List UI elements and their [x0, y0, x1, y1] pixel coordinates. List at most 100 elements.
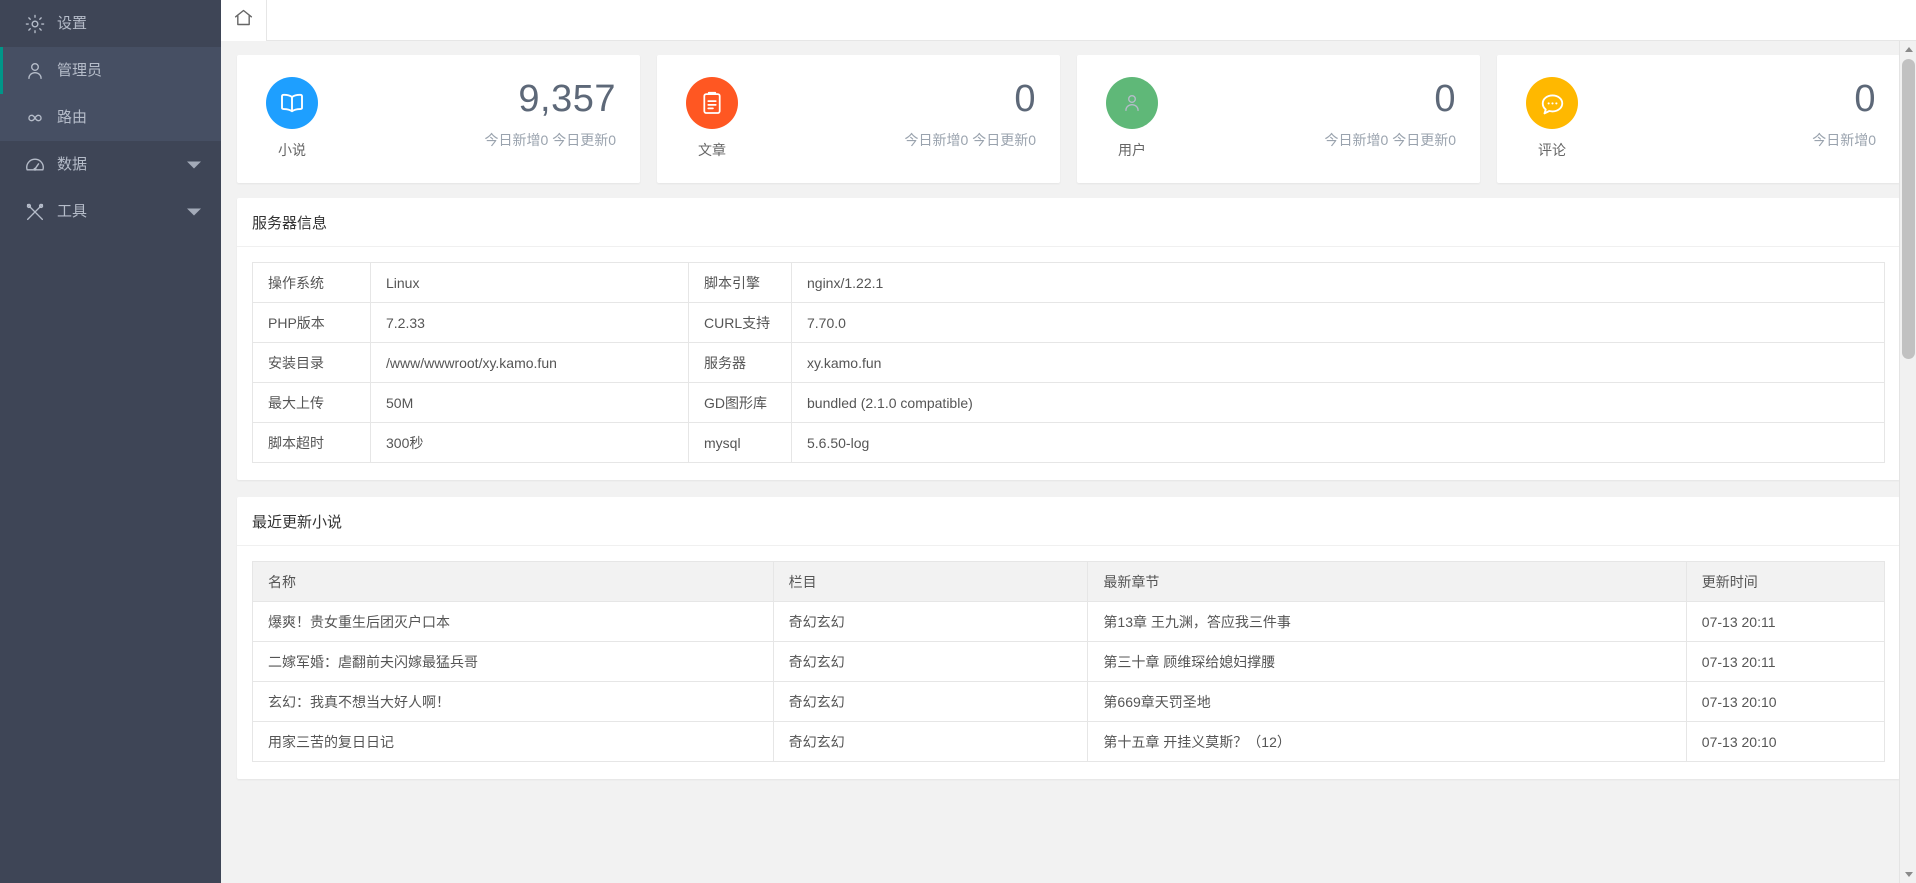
column-header: 更新时间: [1685, 561, 1886, 602]
stat-card-right: 0 今日新增0: [1583, 77, 1876, 150]
novel-chapter: 第十五章 开挂义莫斯？（12）: [1087, 721, 1687, 762]
table-row[interactable]: 二嫁军婚：虐翻前夫闪嫁最猛兵哥 奇幻玄幻 第三十章 顾维琛给媳妇撑腰 07-13 20…: [252, 641, 1886, 682]
novel-column: 奇幻玄幻: [772, 721, 1089, 762]
main-scrollbar[interactable]: [1899, 41, 1916, 883]
novel-time: 07-13 20:11: [1685, 601, 1886, 642]
sidebar-item-label: 工具: [57, 203, 88, 220]
stat-card-value: 0: [1434, 78, 1456, 120]
stat-card-left: 评论: [1521, 77, 1583, 160]
sidebar-item-label: 路由: [57, 109, 88, 126]
stat-cards: 小说 9,357 今日新增0 今日更新0 文章 0 今日新增0 今日更新0 用户 0 今日新增0…: [237, 55, 1900, 183]
server-key-right: 脚本引擎: [688, 262, 792, 303]
stat-card-0[interactable]: 小说 9,357 今日新增0 今日更新0: [237, 55, 640, 183]
stat-card-left: 用户: [1101, 77, 1163, 160]
sidebar-item-admin[interactable]: 管理员: [0, 47, 221, 94]
table-row: 操作系统 Linux 脚本引擎 nginx/1.22.1: [252, 262, 1885, 303]
stat-card-right: 0 今日新增0 今日更新0: [1163, 77, 1456, 150]
table-row: PHP版本 7.2.33 CURL支持 7.70.0: [252, 302, 1885, 343]
server-info-title: 服务器信息: [237, 198, 1900, 247]
server-key-left: PHP版本: [252, 302, 371, 343]
stat-card-category: 评论: [1538, 142, 1566, 158]
novel-name: 玄幻：我真不想当大好人啊！: [252, 681, 774, 722]
stat-card-right: 9,357 今日新增0 今日更新0: [323, 77, 616, 150]
novel-time: 07-13 20:11: [1685, 641, 1886, 682]
chevron-down-icon[interactable]: [187, 208, 201, 215]
server-value-left: 50M: [370, 382, 689, 423]
server-key-right: 服务器: [688, 342, 792, 383]
sidebar-nav-list: 设置管理员路由数据工具: [0, 0, 221, 235]
table-row[interactable]: 玄幻：我真不想当大好人啊！ 奇幻玄幻 第669章天罚圣地 07-13 20:10: [252, 681, 1886, 722]
chevron-down-icon[interactable]: [187, 161, 201, 168]
scroll-up-arrow-icon[interactable]: [1900, 41, 1916, 58]
user-icon: [24, 60, 46, 82]
stat-card-value: 0: [1854, 78, 1876, 120]
novel-column: 奇幻玄幻: [772, 681, 1089, 722]
stat-card-value: 0: [1014, 78, 1036, 120]
table-header-row: 名称 栏目 最新章节 更新时间: [252, 561, 1886, 602]
table-row[interactable]: 用家三苦的复日日记 奇幻玄幻 第十五章 开挂义莫斯？（12） 07-13 20:10: [252, 721, 1886, 762]
stat-card-subtext: 今日新增0 今日更新0: [904, 131, 1036, 148]
recent-novels-body: 名称 栏目 最新章节 更新时间 爆爽！贵女重生后团灭户口本 奇幻玄幻 第13章 王九渊，答…: [237, 546, 1900, 779]
server-value-left: /www/wwwroot/xy.kamo.fun: [370, 342, 689, 383]
novel-chapter: 第669章天罚圣地: [1087, 681, 1687, 722]
scrollbar-thumb[interactable]: [1902, 59, 1915, 359]
recent-novels-title: 最近更新小说: [237, 497, 1900, 546]
table-row: 最大上传 50M GD图形库 bundled (2.1.0 compatible): [252, 382, 1885, 423]
server-info-body: 操作系统 Linux 脚本引擎 nginx/1.22.1 PHP版本 7.2.33 CURL…: [237, 247, 1900, 480]
sidebar-item-settings[interactable]: 设置: [0, 0, 221, 47]
server-key-left: 最大上传: [252, 382, 371, 423]
stat-card-3[interactable]: 评论 0 今日新增0: [1497, 55, 1900, 183]
server-value-left: Linux: [370, 262, 689, 303]
scroll-down-arrow-icon[interactable]: [1900, 866, 1916, 883]
recent-novels-table: 名称 栏目 最新章节 更新时间 爆爽！贵女重生后团灭户口本 奇幻玄幻 第13章 王九渊，答…: [252, 561, 1886, 762]
stat-card-category: 用户: [1118, 142, 1146, 158]
comment-icon: [1526, 77, 1578, 129]
sidebar-item-label: 设置: [57, 15, 88, 32]
novel-name: 爆爽！贵女重生后团灭户口本: [252, 601, 774, 642]
stat-card-value: 9,357: [518, 78, 616, 120]
server-value-right: 5.6.50-log: [791, 422, 1885, 463]
server-key-left: 操作系统: [252, 262, 371, 303]
clipboard-icon: [686, 77, 738, 129]
sidebar-item-label: 数据: [57, 156, 88, 173]
novel-column: 奇幻玄幻: [772, 601, 1089, 642]
book-icon: [266, 77, 318, 129]
server-value-right: xy.kamo.fun: [791, 342, 1885, 383]
column-header: 名称: [252, 561, 774, 602]
server-value-left: 7.2.33: [370, 302, 689, 343]
infinity-icon: [24, 107, 46, 129]
stat-card-right: 0 今日新增0 今日更新0: [743, 77, 1036, 150]
novel-name: 用家三苦的复日日记: [252, 721, 774, 762]
server-info-table: 操作系统 Linux 脚本引擎 nginx/1.22.1 PHP版本 7.2.33 CURL…: [252, 262, 1885, 463]
novel-time: 07-13 20:10: [1685, 721, 1886, 762]
novel-column: 奇幻玄幻: [772, 641, 1089, 682]
column-header: 栏目: [772, 561, 1089, 602]
sidebar-item-route[interactable]: 路由: [0, 94, 221, 141]
server-key-right: mysql: [688, 422, 792, 463]
stat-card-subtext: 今日新增0 今日更新0: [484, 131, 616, 148]
tools-icon: [24, 201, 46, 223]
server-key-right: GD图形库: [688, 382, 792, 423]
main-area: 小说 9,357 今日新增0 今日更新0 文章 0 今日新增0 今日更新0 用户 0 今日新增0…: [221, 0, 1916, 883]
sidebar: 设置管理员路由数据工具: [0, 0, 221, 883]
server-key-right: CURL支持: [688, 302, 792, 343]
server-value-left: 300秒: [370, 422, 689, 463]
stat-card-left: 小说: [261, 77, 323, 160]
tab-bar: [221, 0, 1916, 41]
recent-novels-panel: 最近更新小说 名称 栏目 最新章节 更新时间 爆爽！贵女重生后团灭户口本 奇幻玄幻 第13…: [237, 497, 1900, 779]
server-info-panel: 服务器信息 操作系统 Linux 脚本引擎 nginx/1.22.1 PHP版本 7.2.…: [237, 198, 1900, 480]
server-key-left: 安装目录: [252, 342, 371, 383]
server-key-left: 脚本超时: [252, 422, 371, 463]
gauge-icon: [24, 154, 46, 176]
novel-name: 二嫁军婚：虐翻前夫闪嫁最猛兵哥: [252, 641, 774, 682]
sidebar-item-data[interactable]: 数据: [0, 141, 221, 188]
tab-home[interactable]: [221, 0, 267, 41]
stat-card-2[interactable]: 用户 0 今日新增0 今日更新0: [1077, 55, 1480, 183]
table-row[interactable]: 爆爽！贵女重生后团灭户口本 奇幻玄幻 第13章 王九渊，答应我三件事 07-13 20…: [252, 601, 1886, 642]
table-row: 脚本超时 300秒 mysql 5.6.50-log: [252, 422, 1885, 463]
server-value-right: bundled (2.1.0 compatible): [791, 382, 1885, 423]
server-value-right: 7.70.0: [791, 302, 1885, 343]
sidebar-item-tools[interactable]: 工具: [0, 188, 221, 235]
stat-card-1[interactable]: 文章 0 今日新增0 今日更新0: [657, 55, 1060, 183]
column-header: 最新章节: [1087, 561, 1687, 602]
